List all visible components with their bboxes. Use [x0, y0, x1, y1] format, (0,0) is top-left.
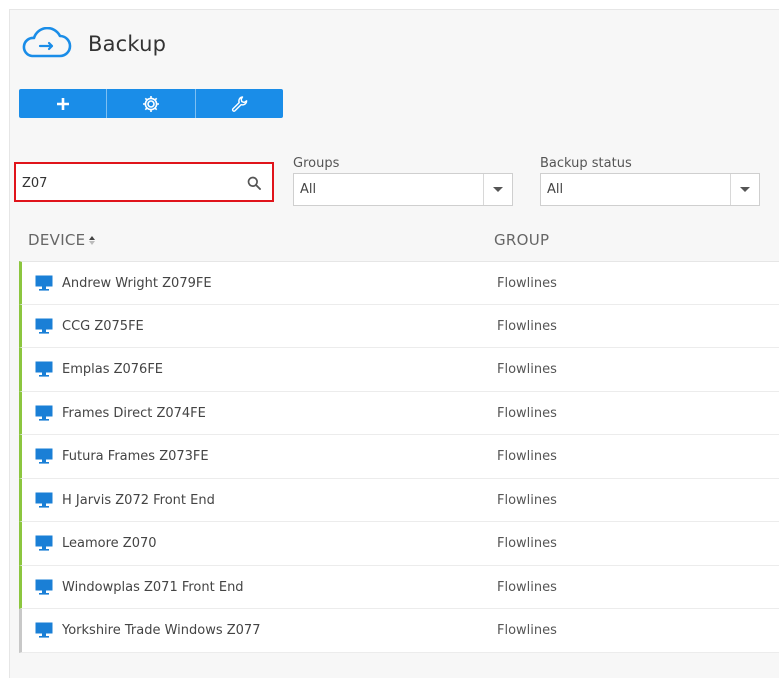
device-group: Flowlines [497, 623, 557, 638]
device-group: Flowlines [497, 362, 557, 377]
search-input[interactable] [22, 172, 222, 194]
backup-status-dropdown-toggle[interactable] [730, 174, 759, 205]
device-group: Flowlines [497, 536, 557, 551]
device-name: CCG Z075FE [62, 318, 144, 334]
table-row[interactable]: Leamore Z070 Flowlines [19, 522, 779, 566]
add-button[interactable] [19, 89, 108, 118]
device-table: Andrew Wright Z079FE Flowlines CCG Z075FE F… [19, 261, 779, 653]
backup-status-select[interactable]: All [540, 173, 760, 206]
device-name: Futura Frames Z073FE [62, 449, 209, 464]
toolbar [19, 89, 283, 118]
monitor-icon [35, 535, 53, 551]
monitor-icon [35, 622, 53, 638]
monitor-icon [35, 361, 53, 377]
table-row[interactable]: CCG Z075FE Flowlines [19, 304, 779, 348]
monitor-icon [35, 275, 53, 291]
page-title: Backup [88, 32, 167, 56]
backup-status-label: Backup status [540, 156, 632, 171]
backup-status-select-value: All [547, 182, 564, 197]
group-column-header[interactable]: GROUP [494, 231, 549, 249]
table-row[interactable]: Windowplas Z071 Front End Flowlines [19, 565, 779, 609]
monitor-icon [35, 318, 53, 334]
device-name: Yorkshire Trade Windows Z077 [62, 623, 261, 638]
device-name: H Jarvis Z072 Front End [62, 492, 215, 508]
groups-select[interactable]: All [293, 173, 513, 206]
plus-icon [56, 97, 69, 110]
monitor-icon [35, 405, 53, 421]
wrench-icon [232, 95, 248, 112]
groups-label: Groups [293, 156, 340, 171]
device-column-header[interactable]: DEVICE [28, 231, 96, 249]
device-group: Flowlines [497, 405, 557, 421]
groups-dropdown-toggle[interactable] [483, 174, 512, 205]
table-row[interactable]: Emplas Z076FE Flowlines [19, 348, 779, 392]
device-group: Flowlines [497, 318, 557, 334]
cloud-sync-icon [22, 27, 72, 58]
search-box [14, 162, 274, 202]
chevron-down-icon [493, 187, 503, 192]
device-name: Andrew Wright Z079FE [62, 276, 212, 291]
table-row[interactable]: Futura Frames Z073FE Flowlines [19, 435, 779, 479]
device-name: Frames Direct Z074FE [62, 405, 206, 421]
monitor-icon [35, 492, 53, 508]
device-name: Emplas Z076FE [62, 362, 164, 377]
device-group: Flowlines [497, 579, 557, 595]
device-column-label: DEVICE [28, 231, 86, 249]
monitor-icon [35, 448, 53, 464]
app-header: Backup [18, 27, 166, 61]
device-name: Windowplas Z071 Front End [62, 579, 244, 595]
device-name: Leamore Z070 [62, 536, 157, 551]
device-group: Flowlines [497, 276, 557, 291]
sort-icon[interactable] [89, 235, 96, 245]
gear-icon [142, 95, 159, 112]
tools-button[interactable] [196, 89, 283, 118]
table-row[interactable]: Andrew Wright Z079FE Flowlines [19, 261, 779, 305]
device-group: Flowlines [497, 449, 557, 464]
search-icon[interactable] [247, 176, 261, 190]
chevron-down-icon [740, 187, 750, 192]
device-group: Flowlines [497, 492, 557, 508]
table-row[interactable]: Frames Direct Z074FE Flowlines [19, 391, 779, 435]
settings-button[interactable] [107, 89, 196, 118]
monitor-icon [35, 579, 53, 595]
table-row[interactable]: Yorkshire Trade Windows Z077 Flowlines [19, 609, 779, 653]
group-column-label: GROUP [494, 231, 550, 249]
groups-select-value: All [300, 182, 317, 197]
table-row[interactable]: H Jarvis Z072 Front End Flowlines [19, 478, 779, 522]
